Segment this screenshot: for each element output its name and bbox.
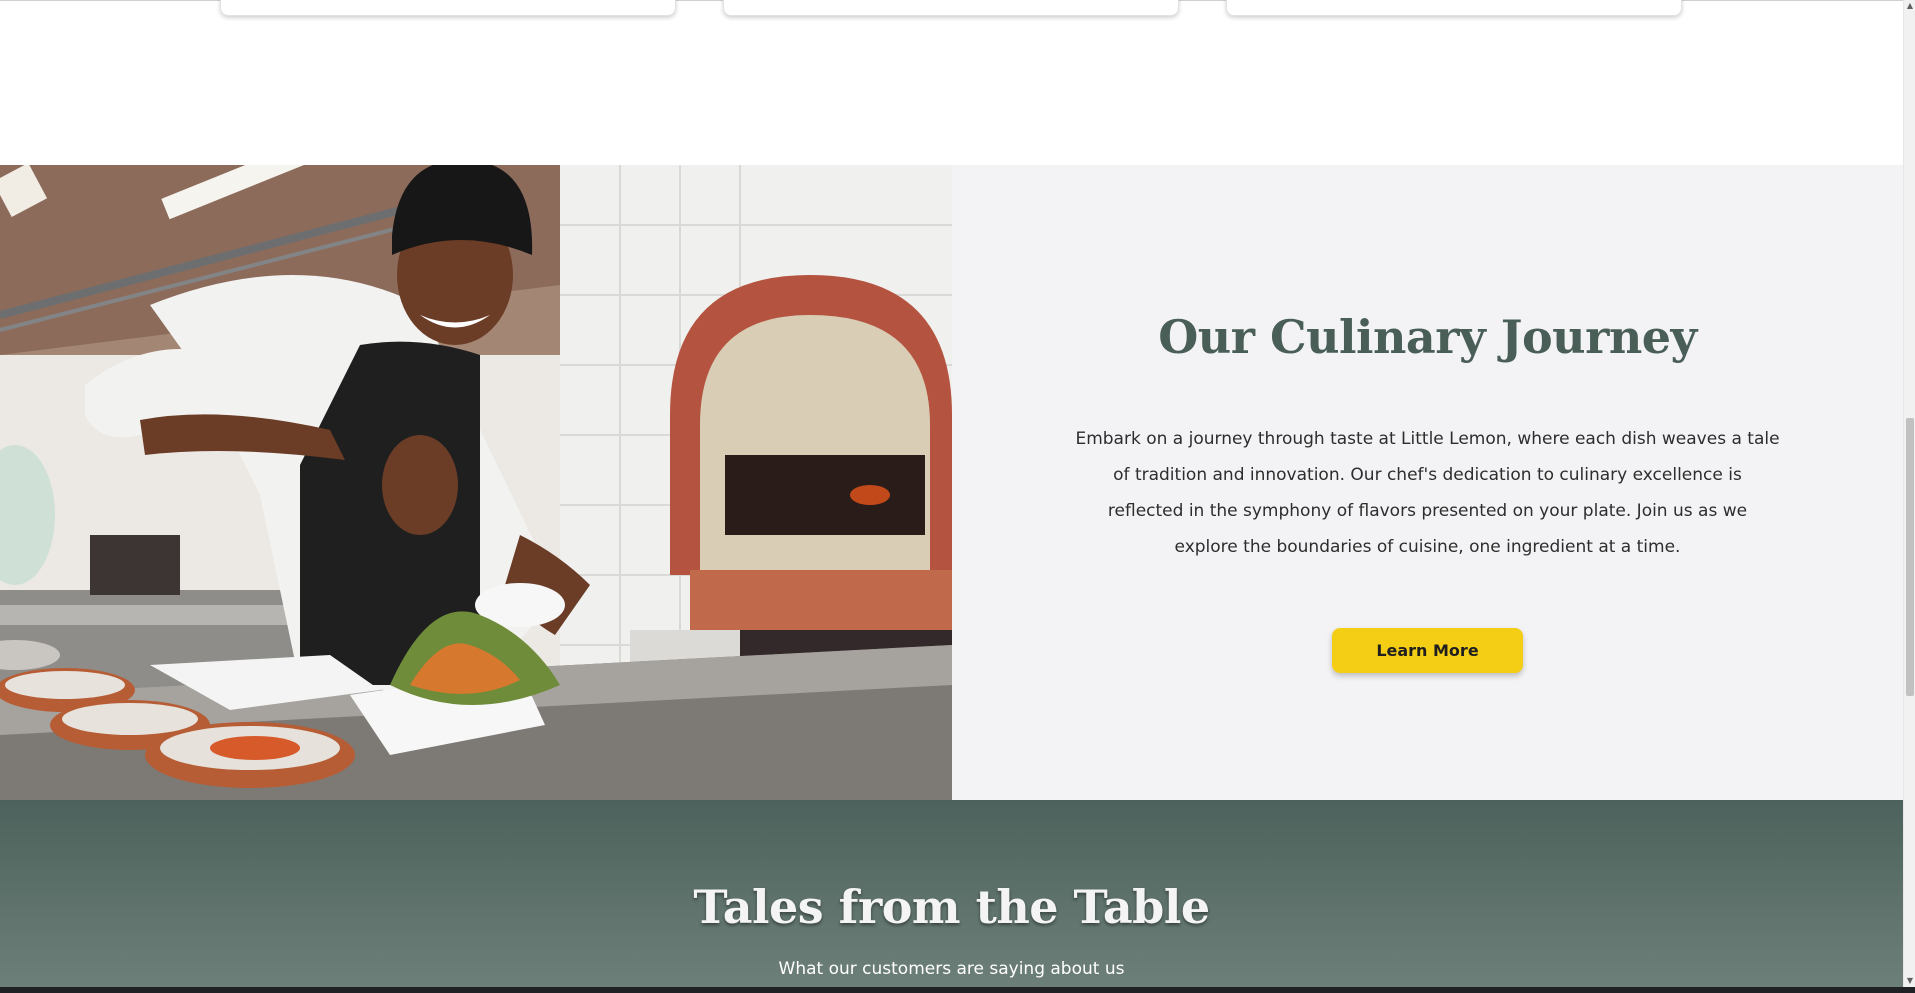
card-bottom-edge[interactable] (1226, 0, 1682, 16)
journey-panel: Our Culinary Journey Embark on a journey… (952, 165, 1903, 800)
learn-more-button[interactable]: Learn More (1332, 628, 1523, 673)
testimonials-heading: Tales from the Table (693, 880, 1210, 934)
vertical-scrollbar[interactable]: ▲ ▼ (1903, 0, 1915, 987)
window-bottom-edge (0, 987, 1915, 993)
testimonials-subheading: What our customers are saying about us (778, 959, 1125, 979)
chef-photo (0, 165, 952, 800)
testimonials-section: Tales from the Table What our customers … (0, 800, 1903, 987)
card-bottom-edge[interactable] (723, 0, 1179, 16)
cards-section (0, 0, 1903, 165)
scrollbar-thumb[interactable] (1906, 418, 1914, 696)
card-bottom-edge[interactable] (220, 0, 676, 16)
culinary-journey-section: Our Culinary Journey Embark on a journey… (0, 165, 1903, 800)
scroll-up-arrow-icon[interactable]: ▲ (1906, 2, 1914, 10)
section-heading: Our Culinary Journey (1158, 310, 1697, 364)
section-body-text: Embark on a journey through taste at Lit… (1075, 429, 1780, 557)
scroll-down-arrow-icon[interactable]: ▼ (1906, 977, 1914, 985)
